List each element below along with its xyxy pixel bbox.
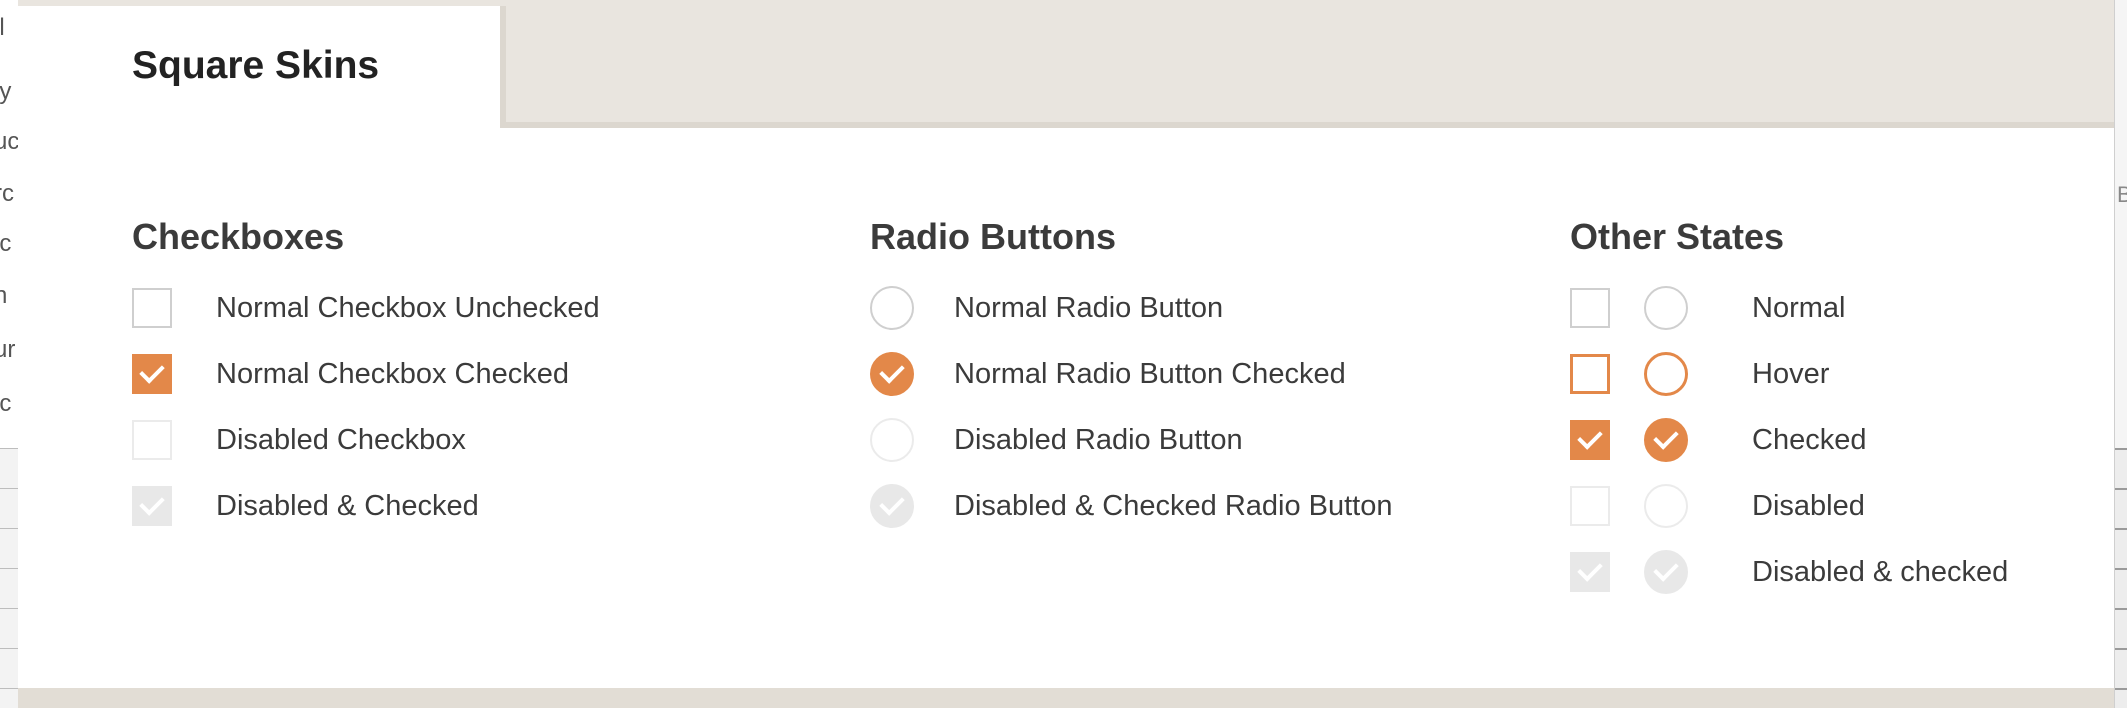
state-row: Normal xyxy=(1570,286,1845,330)
radio-button[interactable] xyxy=(870,286,914,330)
checkbox[interactable] xyxy=(1570,354,1610,394)
radio-row: Disabled & Checked Radio Button xyxy=(870,484,1392,528)
state-row: Checked xyxy=(1570,418,1866,462)
background-text-fragment: ly xyxy=(0,78,12,105)
checkbox-row: Disabled Checkbox xyxy=(132,418,466,462)
option-label: Normal Radio Button Checked xyxy=(954,357,1346,390)
checkmark-icon xyxy=(879,358,905,384)
checkmark-icon xyxy=(139,490,165,516)
option-label: Normal Checkbox Checked xyxy=(216,357,569,390)
checkbox xyxy=(1570,486,1610,526)
background-scrollbar xyxy=(2115,448,2127,708)
option-label: Disabled xyxy=(1752,489,1865,522)
checkmark-icon xyxy=(139,358,165,384)
radio-row: Normal Radio Button xyxy=(870,286,1223,330)
state-row: Disabled xyxy=(1570,484,1865,528)
option-label: Disabled Checkbox xyxy=(216,423,466,456)
option-label: Normal Radio Button xyxy=(954,291,1224,324)
option-label: Disabled & checked xyxy=(1752,555,2009,588)
background-text-fragment: ic xyxy=(0,230,12,257)
radio-button xyxy=(870,484,914,528)
background-text-fragment: uc xyxy=(0,128,19,155)
background-table-grid xyxy=(0,448,18,708)
background-text-fragment: il xyxy=(0,14,5,42)
radio-button[interactable] xyxy=(1644,352,1688,396)
checkbox[interactable] xyxy=(1570,288,1610,328)
checkboxes-column: Checkboxes Normal Checkbox Unchecked Norm… xyxy=(132,216,832,526)
background-text-fragment: ic xyxy=(0,390,12,417)
checkmark-icon xyxy=(1577,424,1603,450)
option-label: Checked xyxy=(1752,423,1867,456)
option-label: Disabled Radio Button xyxy=(954,423,1243,456)
option-label: Normal Checkbox Unchecked xyxy=(216,291,600,324)
background-window-right: B xyxy=(2114,0,2127,708)
checkbox-row: Normal Checkbox Unchecked xyxy=(132,286,600,330)
column-heading: Radio Buttons xyxy=(870,216,1116,257)
checkbox[interactable] xyxy=(1570,420,1610,460)
other-states-column: Other States Normal Hover Checked Disabled D… xyxy=(1570,216,2110,594)
background-text-fragment: ur xyxy=(0,336,16,363)
panel-footer-strip xyxy=(18,688,2114,708)
checkbox xyxy=(1570,552,1610,592)
tab-bar: Square Skins xyxy=(18,0,2114,130)
checkbox-row: Normal Checkbox Checked xyxy=(132,352,569,396)
radio-button[interactable] xyxy=(1644,286,1688,330)
checkbox[interactable] xyxy=(132,354,172,394)
checkbox[interactable] xyxy=(132,288,172,328)
column-heading: Checkboxes xyxy=(132,216,345,257)
background-text-fragment: n xyxy=(0,282,7,310)
state-row: Hover xyxy=(1570,352,1829,396)
column-heading: Other States xyxy=(1570,216,1785,257)
radio-button[interactable] xyxy=(870,352,914,396)
tab-content: Checkboxes Normal Checkbox Unchecked Norm… xyxy=(18,128,2114,688)
radio-button xyxy=(1644,484,1688,528)
radio-buttons-column: Radio Buttons Normal Radio Button Normal … xyxy=(870,216,1550,528)
skins-panel: Square Skins Checkboxes Normal Checkbox … xyxy=(18,0,2114,708)
checkbox xyxy=(132,420,172,460)
radio-button[interactable] xyxy=(1644,418,1688,462)
tab-title: Square Skins xyxy=(132,44,380,87)
radio-row: Disabled Radio Button xyxy=(870,418,1243,462)
checkmark-icon xyxy=(1577,556,1603,582)
tab-square-skins[interactable]: Square Skins xyxy=(18,6,506,130)
radio-button xyxy=(870,418,914,462)
option-label: Hover xyxy=(1752,357,1830,390)
option-label: Disabled & Checked Radio Button xyxy=(954,489,1393,522)
background-window-left: il ly uc rc ic n ur ic xyxy=(0,0,19,708)
checkmark-icon xyxy=(1653,556,1679,582)
option-label: Normal xyxy=(1752,291,1846,324)
background-text-fragment: B xyxy=(2117,182,2127,207)
checkbox-row: Disabled & Checked xyxy=(132,484,479,528)
checkmark-icon xyxy=(1653,424,1679,450)
state-row: Disabled & checked xyxy=(1570,550,2008,594)
radio-row: Normal Radio Button Checked xyxy=(870,352,1346,396)
checkmark-icon xyxy=(879,490,905,516)
radio-button xyxy=(1644,550,1688,594)
option-label: Disabled & Checked xyxy=(216,489,479,522)
checkbox xyxy=(132,486,172,526)
background-text-fragment: rc xyxy=(0,180,14,207)
